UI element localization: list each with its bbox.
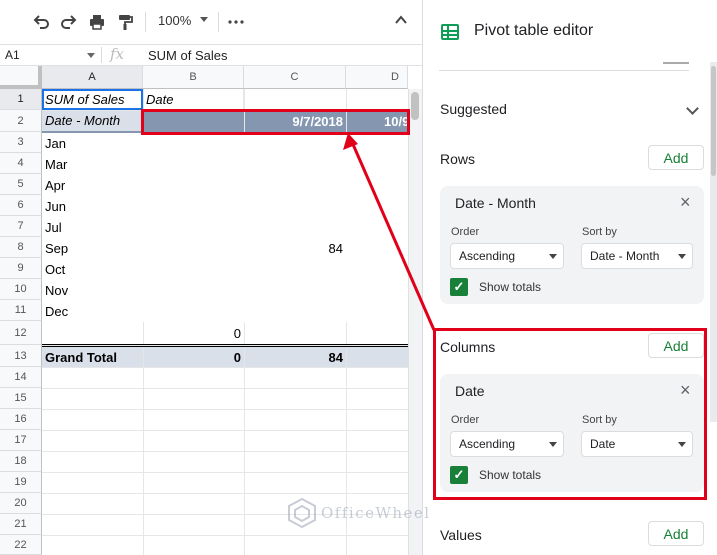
cell-a2[interactable]: Date - Month [42, 110, 143, 132]
row-header[interactable]: 11 [0, 300, 42, 321]
range-underline [663, 62, 689, 64]
row-header[interactable]: 17 [0, 430, 42, 451]
screen: 100% A1 fx SUM of Sales A B C D 1 2 3 4 [0, 0, 717, 555]
row-header[interactable]: 21 [0, 514, 42, 535]
row-header[interactable]: 5 [0, 174, 42, 195]
row-header[interactable]: 12 [0, 321, 42, 345]
active-cell-outline [42, 89, 143, 110]
cell-c13[interactable]: 84 [244, 347, 346, 367]
chevron-down-icon [678, 254, 686, 259]
cell-a5[interactable]: Apr [42, 175, 143, 196]
name-box-caret-icon[interactable] [87, 53, 95, 58]
fx-icon: fx [110, 45, 125, 63]
row-header[interactable]: 22 [0, 535, 42, 555]
column-header-b[interactable]: B [143, 66, 244, 89]
print-icon[interactable] [88, 12, 106, 32]
cell-a11[interactable]: Dec [42, 301, 143, 322]
cell-a7[interactable]: Jul [42, 217, 143, 238]
row-field-title: Date - Month [455, 195, 536, 211]
chevron-down-icon [549, 254, 557, 259]
row-header[interactable]: 3 [0, 132, 42, 153]
row-header[interactable]: 15 [0, 388, 42, 409]
zoom-select[interactable]: 100% [158, 13, 191, 28]
annotation-arrow [343, 133, 436, 331]
cell-a10[interactable]: Nov [42, 280, 143, 301]
sort-by-value: Date - Month [590, 249, 660, 263]
chevron-down-icon[interactable] [686, 102, 699, 115]
show-totals-checkbox[interactable]: ✓ [450, 278, 468, 296]
zoom-caret-icon[interactable] [200, 17, 208, 22]
sort-by-label: Sort by [582, 226, 617, 238]
row-header[interactable]: 19 [0, 472, 42, 493]
row-header[interactable]: 20 [0, 493, 42, 514]
panel-divider [439, 70, 689, 71]
row-header[interactable]: 8 [0, 237, 42, 258]
officewheel-logo-icon [288, 498, 316, 528]
row-field-card: Date - Month × Order Sort by Ascending D… [440, 186, 704, 304]
row-header[interactable]: 2 [0, 110, 42, 132]
formula-bar: A1 fx SUM of Sales [0, 44, 422, 66]
row-header[interactable]: 16 [0, 409, 42, 430]
order-select[interactable]: Ascending [450, 243, 564, 269]
select-all-corner[interactable] [0, 66, 42, 89]
watermark: OfficeWheel [288, 498, 431, 528]
values-label: Values [440, 527, 482, 543]
cell-b13[interactable]: 0 [143, 347, 244, 367]
row-header[interactable]: 7 [0, 216, 42, 237]
row-header[interactable]: 9 [0, 258, 42, 279]
cell-b12[interactable]: 0 [143, 322, 244, 344]
row-header[interactable]: 14 [0, 367, 42, 388]
cell-a8[interactable]: Sep [42, 238, 143, 259]
formula-input[interactable]: SUM of Sales [148, 48, 227, 63]
panel-title: Pivot table editor [474, 22, 594, 39]
panel-scrollbar-thumb[interactable] [711, 66, 716, 176]
order-value: Ascending [459, 249, 516, 263]
toolbar: 100% [0, 0, 422, 44]
row-header[interactable]: 4 [0, 153, 42, 174]
order-label: Order [451, 226, 480, 238]
show-totals-label: Show totals [479, 280, 542, 294]
sheets-icon [441, 24, 459, 40]
redo-icon[interactable] [60, 12, 78, 32]
row-header[interactable]: 6 [0, 195, 42, 216]
more-options-icon[interactable] [228, 12, 244, 32]
cell-a3[interactable]: Jan [42, 133, 143, 154]
undo-icon[interactable] [32, 12, 50, 32]
name-box[interactable]: A1 [5, 48, 20, 62]
add-value-button[interactable]: Add [648, 521, 704, 546]
column-header-a[interactable]: A [42, 66, 143, 89]
suggested-section[interactable]: Suggested [440, 101, 507, 117]
cell-c8[interactable]: 84 [244, 238, 346, 259]
rows-label: Rows [440, 151, 476, 167]
row-header[interactable]: 10 [0, 279, 42, 300]
remove-row-field-close-icon[interactable]: × [680, 193, 691, 211]
column-header-c[interactable]: C [244, 66, 346, 89]
row-header[interactable]: 18 [0, 451, 42, 472]
column-header-d[interactable]: D [346, 66, 408, 89]
cell-a13[interactable]: Grand Total [42, 347, 143, 367]
row-header[interactable]: 13 [0, 345, 42, 367]
collapse-toolbar-icon[interactable] [395, 14, 407, 26]
formula-divider [101, 47, 102, 63]
highlight-columns-section [433, 328, 707, 500]
cell-b1[interactable]: Date [143, 89, 244, 110]
add-row-button[interactable]: Add [648, 145, 704, 170]
watermark-text: OfficeWheel [321, 504, 431, 522]
row-header[interactable]: 1 [0, 89, 42, 110]
paint-format-icon[interactable] [116, 12, 134, 32]
sort-by-select[interactable]: Date - Month [581, 243, 693, 269]
toolbar-divider [145, 12, 146, 32]
toolbar-divider [218, 12, 219, 32]
grid-scrollbar-thumb[interactable] [411, 92, 419, 120]
cell-a6[interactable]: Jun [42, 196, 143, 217]
cell-a9[interactable]: Oct [42, 259, 143, 280]
cell-a4[interactable]: Mar [42, 154, 143, 175]
